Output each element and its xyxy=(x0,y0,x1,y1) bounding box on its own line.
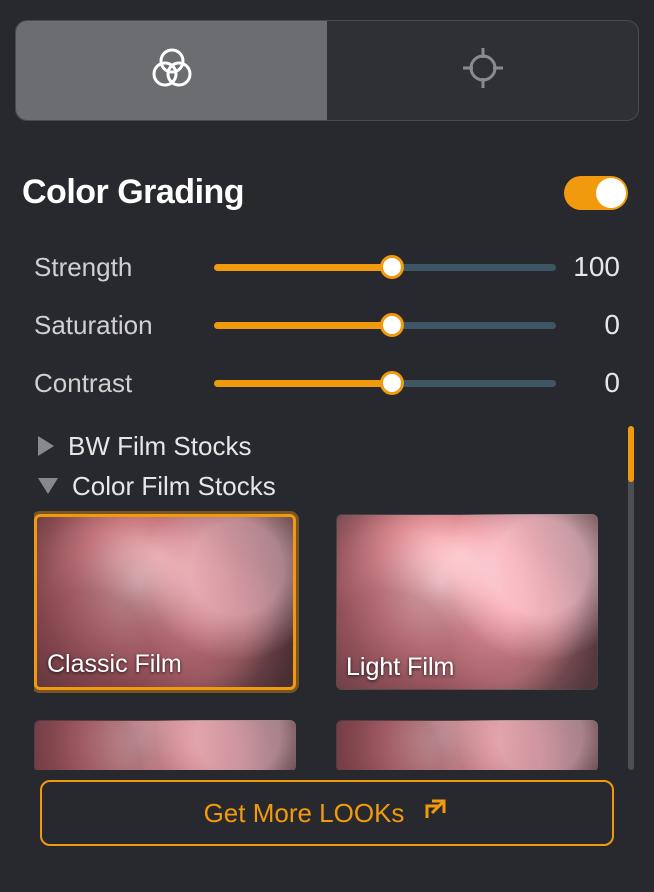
enable-toggle[interactable] xyxy=(564,176,628,210)
slider-label: Strength xyxy=(34,252,214,283)
slider-value: 0 xyxy=(556,309,620,341)
preset-grid-row-2 xyxy=(34,720,634,770)
preset-classic-film[interactable]: Classic Film xyxy=(34,514,296,690)
venn-icon xyxy=(148,44,196,97)
tab-color-grading[interactable] xyxy=(16,21,327,120)
sliders-group: Strength 100 Saturation 0 Contrast 0 xyxy=(0,212,654,412)
target-icon xyxy=(459,44,507,97)
preset-area: BW Film Stocks Color Film Stocks Classic… xyxy=(34,426,634,770)
preset-grid: Classic Film Light Film xyxy=(34,514,634,690)
slider-contrast: Contrast 0 xyxy=(34,354,620,412)
scrollbar-thumb[interactable] xyxy=(628,426,634,482)
category-label: BW Film Stocks xyxy=(68,431,251,462)
slider-track[interactable] xyxy=(214,368,556,398)
chevron-down-icon xyxy=(38,478,58,494)
chevron-right-icon xyxy=(38,436,54,456)
slider-strength: Strength 100 xyxy=(34,238,620,296)
scrollbar[interactable] xyxy=(628,426,634,770)
get-more-looks-button[interactable]: Get More LOOKs xyxy=(40,780,614,846)
slider-saturation: Saturation 0 xyxy=(34,296,620,354)
external-link-icon xyxy=(420,795,450,832)
preset-label: Classic Film xyxy=(47,650,182,679)
slider-track[interactable] xyxy=(214,252,556,282)
category-bw-film-stocks[interactable]: BW Film Stocks xyxy=(34,426,634,466)
category-label: Color Film Stocks xyxy=(72,471,276,502)
slider-label: Contrast xyxy=(34,368,214,399)
tab-target[interactable] xyxy=(327,21,638,120)
category-color-film-stocks[interactable]: Color Film Stocks xyxy=(34,466,634,506)
toggle-knob xyxy=(596,178,626,208)
top-tab-bar xyxy=(15,20,639,121)
preset-label: Light Film xyxy=(346,653,454,682)
slider-value: 0 xyxy=(556,367,620,399)
section-title: Color Grading xyxy=(22,173,244,212)
section-header: Color Grading xyxy=(0,121,654,212)
preset-light-film[interactable]: Light Film xyxy=(336,514,598,690)
slider-track[interactable] xyxy=(214,310,556,340)
slider-value: 100 xyxy=(556,251,620,283)
preset-item[interactable] xyxy=(336,720,598,770)
preset-item[interactable] xyxy=(34,720,296,770)
slider-label: Saturation xyxy=(34,310,214,341)
cta-label: Get More LOOKs xyxy=(204,798,405,829)
